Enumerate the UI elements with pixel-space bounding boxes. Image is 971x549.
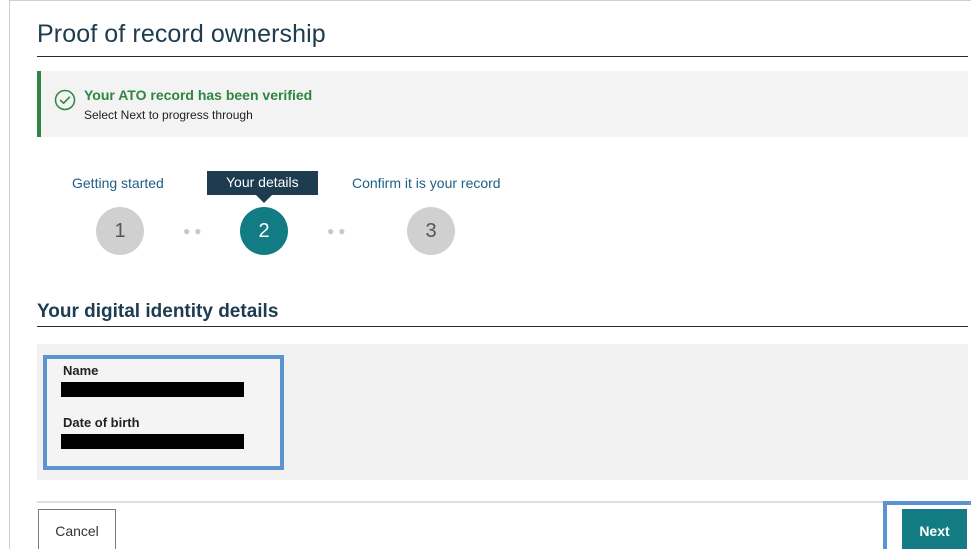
step-circle-1: 1	[96, 207, 144, 255]
step-connector-dots: ●●	[183, 224, 206, 238]
step-connector-dots: ●●	[327, 224, 350, 238]
name-label: Name	[63, 363, 99, 378]
section-title: Your digital identity details	[37, 301, 279, 322]
step-circle-3: 3	[407, 207, 455, 255]
name-value-redacted	[61, 382, 244, 397]
step-label-getting-started: Getting started	[72, 175, 164, 191]
step-circle-2: 2	[240, 207, 288, 255]
footer-divider	[37, 501, 968, 503]
check-circle-icon	[54, 89, 76, 111]
success-alert: Your ATO record has been verified Select…	[37, 71, 968, 137]
cancel-button[interactable]: Cancel	[38, 509, 116, 549]
alert-title: Your ATO record has been verified	[84, 87, 313, 103]
dob-label: Date of birth	[63, 415, 140, 430]
step-label-confirm-record: Confirm it is your record	[352, 175, 501, 191]
step-label-your-details: Your details	[207, 171, 318, 195]
active-step-caret	[256, 195, 272, 203]
next-button[interactable]: Next	[902, 509, 967, 549]
alert-message: Select Next to progress through	[84, 108, 253, 122]
dob-value-redacted	[61, 434, 244, 449]
title-divider	[37, 56, 968, 57]
page-title: Proof of record ownership	[37, 20, 326, 48]
section-divider	[37, 326, 968, 327]
